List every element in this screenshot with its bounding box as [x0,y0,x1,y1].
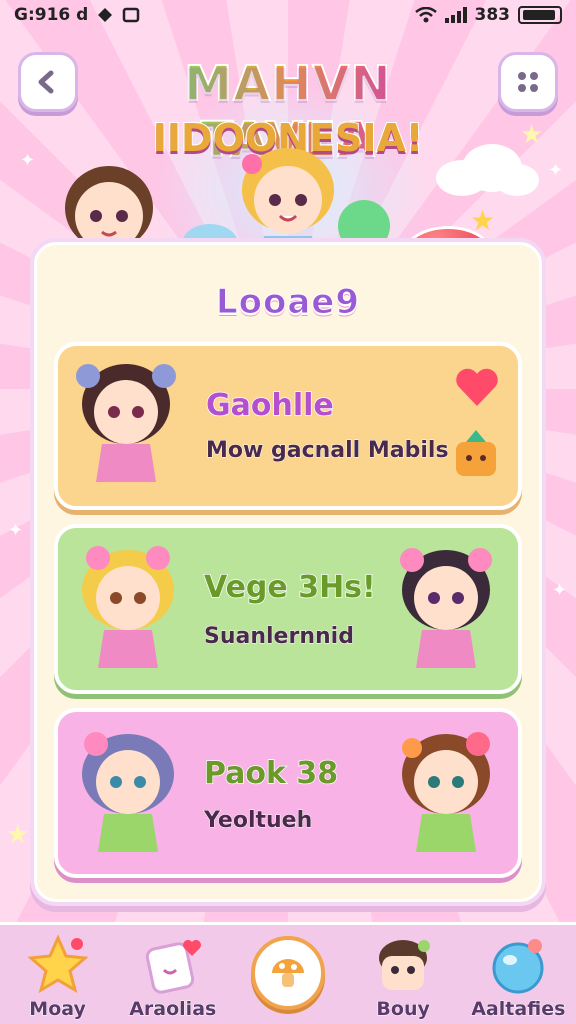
nav-label: Araolias [129,998,217,1021]
character-girl-dark-hair [400,548,492,668]
battery-text: 383 [474,5,511,25]
mushroom-icon [271,959,304,987]
character-girl-purple-hair [82,732,174,852]
sparkle-icon: ✦ [548,160,564,181]
heart-icon [456,368,498,406]
character-girl-pigtails [76,364,176,482]
battery-icon [518,6,562,24]
app-notification-icon [98,8,113,22]
nav-item-bouy[interactable]: Bouy [348,934,458,1021]
sparkle-icon: ✦ [20,150,36,171]
bottom-nav: Moay Araolias Bouy Aaltafies [0,922,576,1024]
grid-dots-icon [518,72,538,92]
cloud-icon [436,144,539,196]
star-icon [26,934,89,994]
nav-label: Bouy [376,998,430,1021]
card-2-subtitle: Suanlernnid [204,624,355,650]
nav-item-aaltafies[interactable]: Aaltafies [463,934,573,1021]
character-face-icon [379,940,431,990]
sparkle-icon: ✦ [8,520,24,541]
card-heart-icon [145,940,201,994]
panel-heading: Looae9 [215,282,361,323]
nav-label: Aaltafies [471,998,566,1021]
card-3-title: Paok 38 [203,755,339,792]
card-1-subtitle: Mow gacnall Mabils [206,438,450,464]
nav-label: Moay [29,998,87,1021]
character-girl-auburn-hair [402,732,490,852]
nav-item-moay[interactable]: Moay [3,934,113,1021]
card-3-subtitle: Yeoltueh [203,808,313,834]
status-bar: G:916 d 383 [0,0,576,30]
card-1-title: Gaohlle [205,387,334,424]
character-girl-yellow-hair [82,546,174,668]
level-card-2[interactable]: Vege 3Hs! Suanlernnid [54,524,522,694]
center-action-button[interactable] [250,936,325,1010]
back-button[interactable] [18,52,78,112]
level-card-1[interactable]: Gaohlle Mow gacnall Mabils [54,342,522,510]
status-time: G:916 d [14,5,89,25]
star-deco-icon: ★ [6,820,30,850]
arrow-left-icon [38,70,54,94]
card-2-title: Vege 3Hs! [203,569,376,606]
nav-item-center[interactable] [233,936,343,1020]
menu-button[interactable] [498,52,558,112]
signal-icon [444,7,467,23]
wifi-icon [414,7,437,23]
sparkle-icon: ✦ [552,580,568,601]
bubble-icon [492,939,544,994]
level-card-3[interactable]: Paok 38 Yeoltueh [54,708,522,878]
cake-slice-icon [456,430,496,476]
shield-icon [123,7,140,23]
nav-item-araolias[interactable]: Araolias [118,934,228,1021]
star-deco-icon: ★ [470,204,496,237]
